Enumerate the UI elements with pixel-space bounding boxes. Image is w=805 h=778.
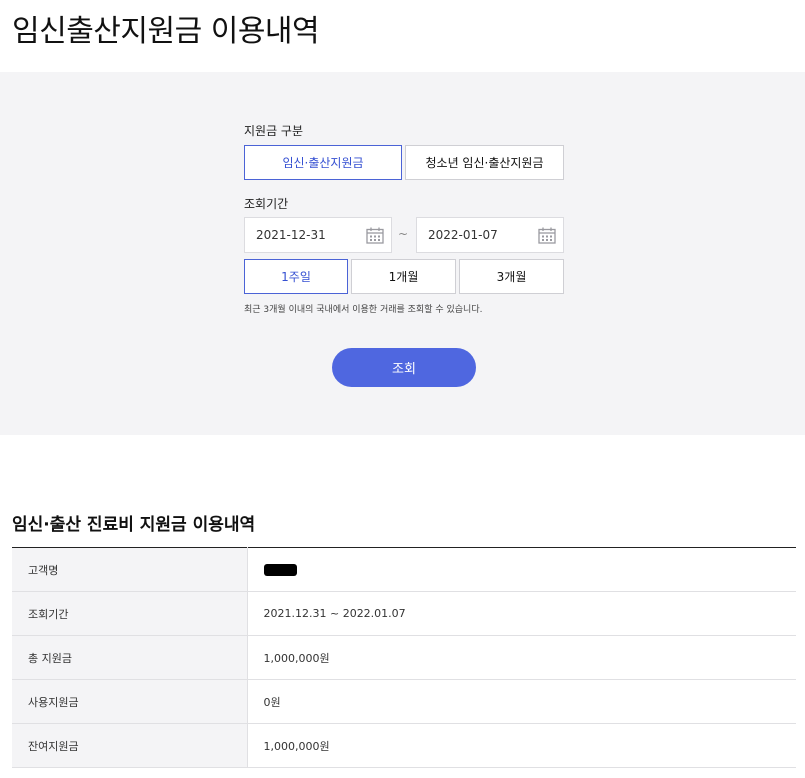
date-to-input[interactable]: 2022-01-07: [416, 217, 564, 253]
period-button-3months[interactable]: 3개월: [459, 259, 564, 294]
table-row: 총 지원금 1,000,000원: [12, 635, 796, 680]
row-label-period: 조회기간: [12, 591, 248, 636]
row-label-total: 총 지원금: [12, 635, 248, 680]
search-notice: 최근 3개월 이내의 국내에서 이용한 거래를 조회할 수 있습니다.: [244, 305, 483, 315]
row-label-customer-name: 고객명: [12, 547, 248, 592]
period-button-1week[interactable]: 1주일: [244, 259, 348, 294]
calendar-icon[interactable]: [366, 227, 384, 244]
type-button-teen-pregnancy[interactable]: 청소년 임신·출산지원금: [405, 145, 564, 180]
usage-info-table: 고객명 조회기간 2021.12.31 ~ 2022.01.07 총 지원금 1…: [12, 547, 796, 768]
type-button-pregnancy[interactable]: 임신·출산지원금: [244, 145, 402, 180]
table-row: 고객명: [12, 547, 796, 592]
result-section-title: 임신·출산 진료비 지원금 이용내역: [12, 515, 256, 535]
date-from-value: 2021-12-31: [256, 228, 326, 242]
period-label: 조회기간: [244, 197, 289, 211]
row-value-period: 2021.12.31 ~ 2022.01.07: [247, 591, 796, 636]
row-value-total: 1,000,000원: [247, 635, 796, 680]
row-value-customer-name: [247, 547, 796, 592]
redacted-name: [263, 564, 297, 576]
table-row: 잔여지원금 1,000,000원: [12, 723, 796, 768]
support-type-label: 지원금 구분: [244, 124, 304, 138]
row-value-used: 0원: [247, 679, 796, 724]
date-from-input[interactable]: 2021-12-31: [244, 217, 392, 253]
date-to-value: 2022-01-07: [428, 228, 498, 242]
row-label-used: 사용지원금: [12, 679, 248, 724]
period-button-1month[interactable]: 1개월: [351, 259, 456, 294]
table-row: 사용지원금 0원: [12, 679, 796, 724]
search-panel: 지원금 구분 임신·출산지원금 청소년 임신·출산지원금 조회기간 2021-1…: [0, 72, 805, 435]
row-value-remaining: 1,000,000원: [247, 723, 796, 768]
calendar-icon[interactable]: [538, 227, 556, 244]
date-range-separator: ~: [398, 227, 409, 241]
table-row: 조회기간 2021.12.31 ~ 2022.01.07: [12, 591, 796, 636]
row-label-remaining: 잔여지원금: [12, 723, 248, 768]
page-title: 임신출산지원금 이용내역: [12, 14, 320, 49]
search-button[interactable]: 조회: [332, 348, 476, 387]
